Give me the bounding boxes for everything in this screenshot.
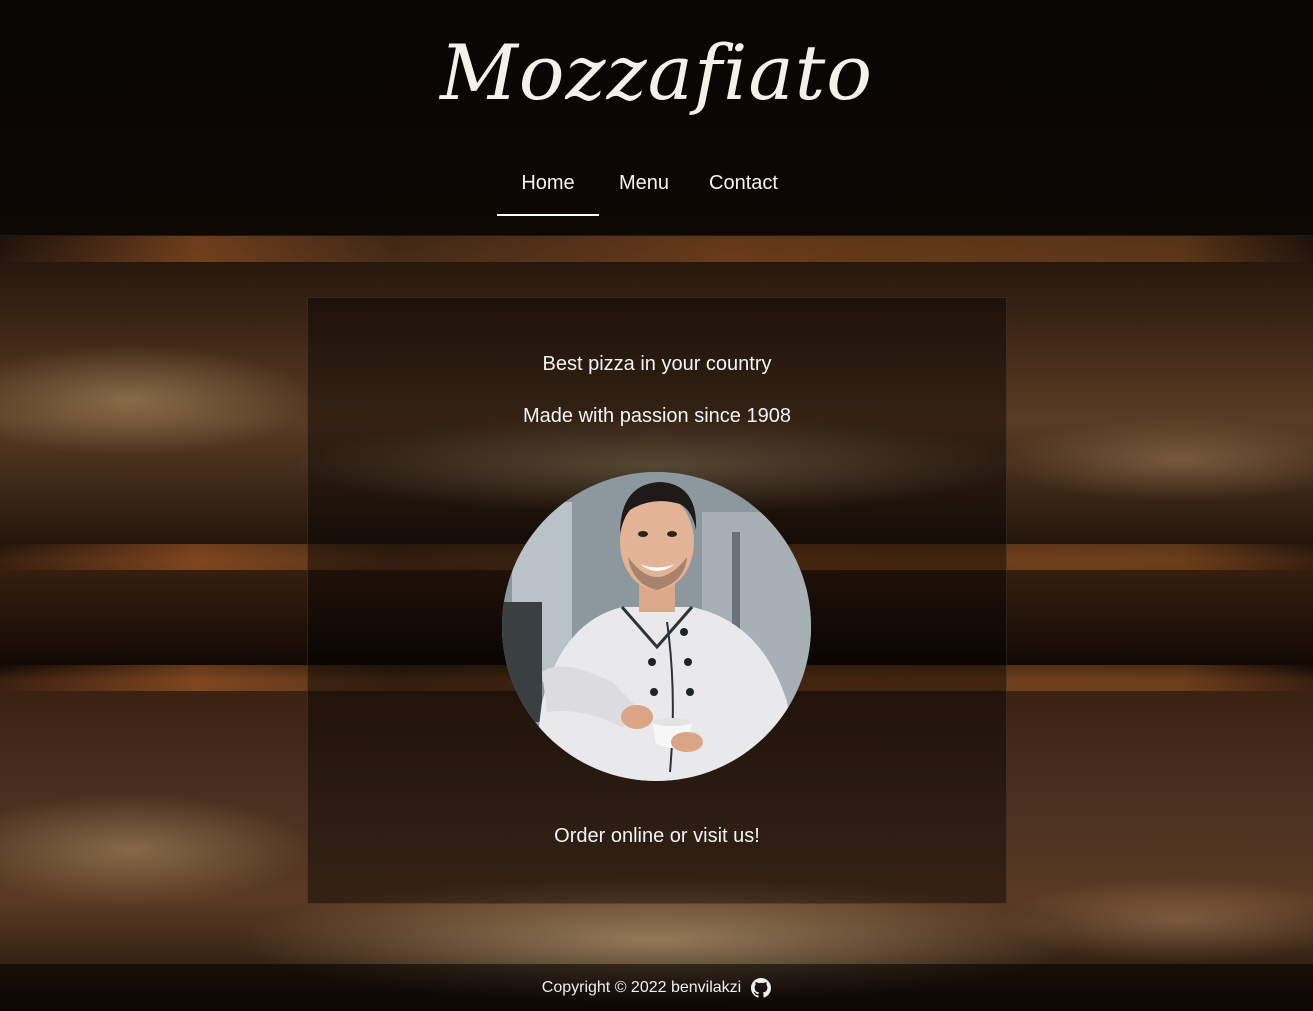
hero-subline: Made with passion since 1908 — [523, 405, 791, 427]
main-nav: Home Menu Contact — [497, 160, 798, 216]
chef-photo — [502, 472, 811, 781]
nav-home-link[interactable]: Home — [497, 160, 599, 216]
nav-menu-link[interactable]: Menu — [599, 160, 689, 216]
oven-glow-top — [0, 236, 1313, 262]
hero-cta-text: Order online or visit us! — [554, 825, 760, 847]
nav-contact-link[interactable]: Contact — [689, 160, 798, 216]
site-footer: Copyright © 2022 benvilakzi — [0, 964, 1313, 1011]
hero-card: Best pizza in your country Made with pas… — [307, 297, 1007, 904]
site-header: Mozzafiato Home Menu Contact — [0, 0, 1313, 236]
hero-tagline: Best pizza in your country — [542, 353, 772, 375]
github-icon[interactable] — [751, 977, 772, 998]
copyright-text: Copyright © 2022 benvilakzi — [541, 978, 742, 996]
site-logo[interactable]: Mozzafiato — [0, 28, 1313, 117]
